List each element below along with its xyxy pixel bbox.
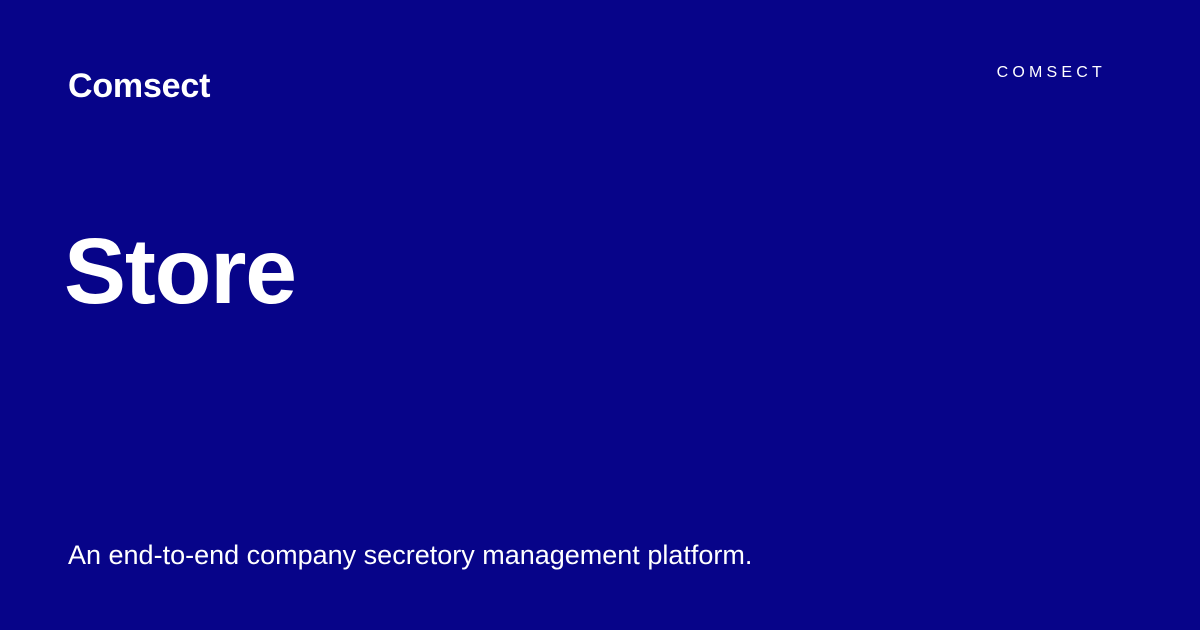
brand-name: Comsect xyxy=(68,67,211,105)
social-preview-card: Comsect COMSECT Store An end-to-end comp… xyxy=(0,0,1200,630)
tagline: An end-to-end company secretory manageme… xyxy=(68,540,753,570)
comsect-logo: COMSECT xyxy=(996,64,1106,81)
page-title: Store xyxy=(64,219,297,324)
